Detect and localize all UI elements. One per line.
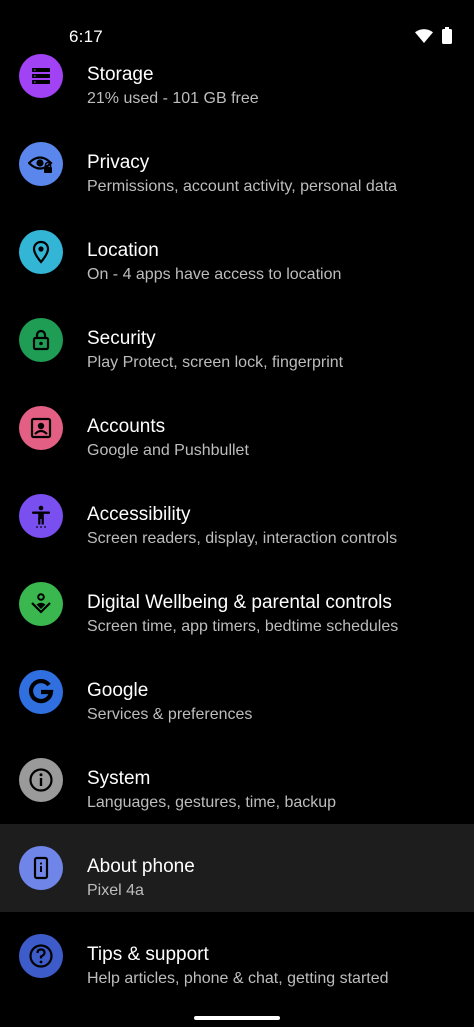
settings-item-subtitle: Permissions, account activity, personal …	[87, 178, 398, 195]
settings-item-about-phone[interactable]: About phone Pixel 4a	[0, 824, 474, 912]
settings-item-title: Accessibility	[87, 504, 191, 525]
settings-item-accounts[interactable]: Accounts Google and Pushbullet	[0, 384, 474, 472]
settings-item-tips-support[interactable]: Tips & support Help articles, phone & ch…	[0, 912, 474, 1000]
account-box-icon	[19, 406, 63, 450]
settings-item-title: About phone	[87, 856, 195, 877]
settings-item-subtitle: Pixel 4a	[87, 882, 144, 899]
settings-item-title: Location	[87, 240, 159, 261]
accessibility-icon	[19, 494, 63, 538]
settings-item-subtitle: Help articles, phone & chat, getting sta…	[87, 970, 389, 987]
settings-item-subtitle: Languages, gestures, time, backup	[87, 794, 337, 811]
settings-item-title: Google	[87, 680, 149, 701]
settings-item-subtitle: Screen time, app timers, bedtime schedul…	[87, 618, 399, 635]
settings-item-system[interactable]: System Languages, gestures, time, backup	[0, 736, 474, 824]
settings-item-title: Storage	[87, 64, 154, 85]
settings-item-subtitle: Google and Pushbullet	[87, 442, 249, 459]
settings-item-title: Security	[87, 328, 156, 349]
privacy-icon	[19, 142, 63, 186]
google-g-icon	[19, 670, 63, 714]
wellbeing-icon	[19, 582, 63, 626]
location-icon	[19, 230, 63, 274]
info-icon	[19, 758, 63, 802]
settings-item-subtitle: On - 4 apps have access to location	[87, 266, 342, 283]
settings-item-subtitle: Services & preferences	[87, 706, 253, 723]
settings-item-subtitle: Play Protect, screen lock, fingerprint	[87, 354, 344, 371]
settings-item-storage[interactable]: Storage 21% used - 101 GB free	[0, 32, 474, 120]
lock-icon	[19, 318, 63, 362]
settings-item-title: Accounts	[87, 416, 166, 437]
settings-item-title: Digital Wellbeing & parental controls	[87, 592, 392, 613]
settings-item-title: Privacy	[87, 152, 150, 173]
storage-icon	[19, 54, 63, 98]
gesture-nav-handle[interactable]	[194, 1016, 280, 1020]
settings-list: Storage 21% used - 101 GB free Privacy P…	[0, 32, 474, 1000]
settings-item-digital-wellbeing[interactable]: Digital Wellbeing & parental controls Sc…	[0, 560, 474, 648]
settings-item-privacy[interactable]: Privacy Permissions, account activity, p…	[0, 120, 474, 208]
settings-item-security[interactable]: Security Play Protect, screen lock, fing…	[0, 296, 474, 384]
settings-item-accessibility[interactable]: Accessibility Screen readers, display, i…	[0, 472, 474, 560]
settings-item-subtitle: 21% used - 101 GB free	[87, 90, 259, 107]
settings-item-google[interactable]: Google Services & preferences	[0, 648, 474, 736]
help-icon	[19, 934, 63, 978]
settings-item-subtitle: Screen readers, display, interaction con…	[87, 530, 398, 547]
settings-item-location[interactable]: Location On - 4 apps have access to loca…	[0, 208, 474, 296]
settings-item-title: Tips & support	[87, 944, 209, 965]
settings-item-title: System	[87, 768, 151, 789]
phone-icon	[19, 846, 63, 890]
